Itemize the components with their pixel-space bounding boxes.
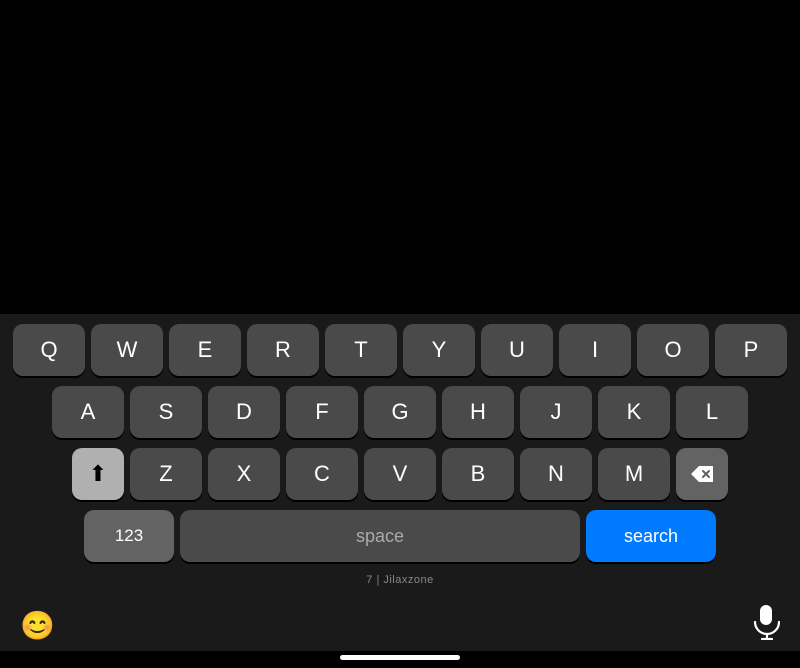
- key-row-bottom: 123 space search: [4, 510, 796, 562]
- emoji-button[interactable]: 😊: [20, 609, 55, 642]
- key-f[interactable]: F: [286, 386, 358, 438]
- space-key[interactable]: space: [180, 510, 580, 562]
- key-e[interactable]: E: [169, 324, 241, 376]
- key-d[interactable]: D: [208, 386, 280, 438]
- key-l[interactable]: L: [676, 386, 748, 438]
- key-row-3: ⬆ Z X C V B N M: [4, 448, 796, 500]
- key-b[interactable]: B: [442, 448, 514, 500]
- key-z[interactable]: Z: [130, 448, 202, 500]
- watermark-text: 7 | Jilaxzone: [4, 572, 796, 590]
- key-o[interactable]: O: [637, 324, 709, 376]
- key-r[interactable]: R: [247, 324, 319, 376]
- bottom-bar: 😊: [0, 596, 800, 651]
- key-k[interactable]: K: [598, 386, 670, 438]
- backspace-key[interactable]: [676, 448, 728, 500]
- key-q[interactable]: Q: [13, 324, 85, 376]
- key-row-2: A S D F G H J K L: [4, 386, 796, 438]
- key-i[interactable]: I: [559, 324, 631, 376]
- num-key[interactable]: 123: [84, 510, 174, 562]
- key-v[interactable]: V: [364, 448, 436, 500]
- key-m[interactable]: M: [598, 448, 670, 500]
- key-n[interactable]: N: [520, 448, 592, 500]
- key-w[interactable]: W: [91, 324, 163, 376]
- key-u[interactable]: U: [481, 324, 553, 376]
- search-key[interactable]: search: [586, 510, 716, 562]
- key-a[interactable]: A: [52, 386, 124, 438]
- key-j[interactable]: J: [520, 386, 592, 438]
- key-s[interactable]: S: [130, 386, 202, 438]
- key-y[interactable]: Y: [403, 324, 475, 376]
- key-t[interactable]: T: [325, 324, 397, 376]
- key-h[interactable]: H: [442, 386, 514, 438]
- key-row-1: Q W E R T Y U I O P: [4, 324, 796, 376]
- shift-icon: ⬆: [89, 461, 107, 487]
- backspace-icon: [689, 464, 715, 484]
- home-indicator: [340, 655, 460, 660]
- keyboard: Q W E R T Y U I O P A S D F G H J K L ⬆ …: [0, 314, 800, 596]
- mic-button[interactable]: [752, 604, 780, 647]
- key-x[interactable]: X: [208, 448, 280, 500]
- key-p[interactable]: P: [715, 324, 787, 376]
- mic-icon: [752, 604, 780, 640]
- key-g[interactable]: G: [364, 386, 436, 438]
- key-c[interactable]: C: [286, 448, 358, 500]
- shift-key[interactable]: ⬆: [72, 448, 124, 500]
